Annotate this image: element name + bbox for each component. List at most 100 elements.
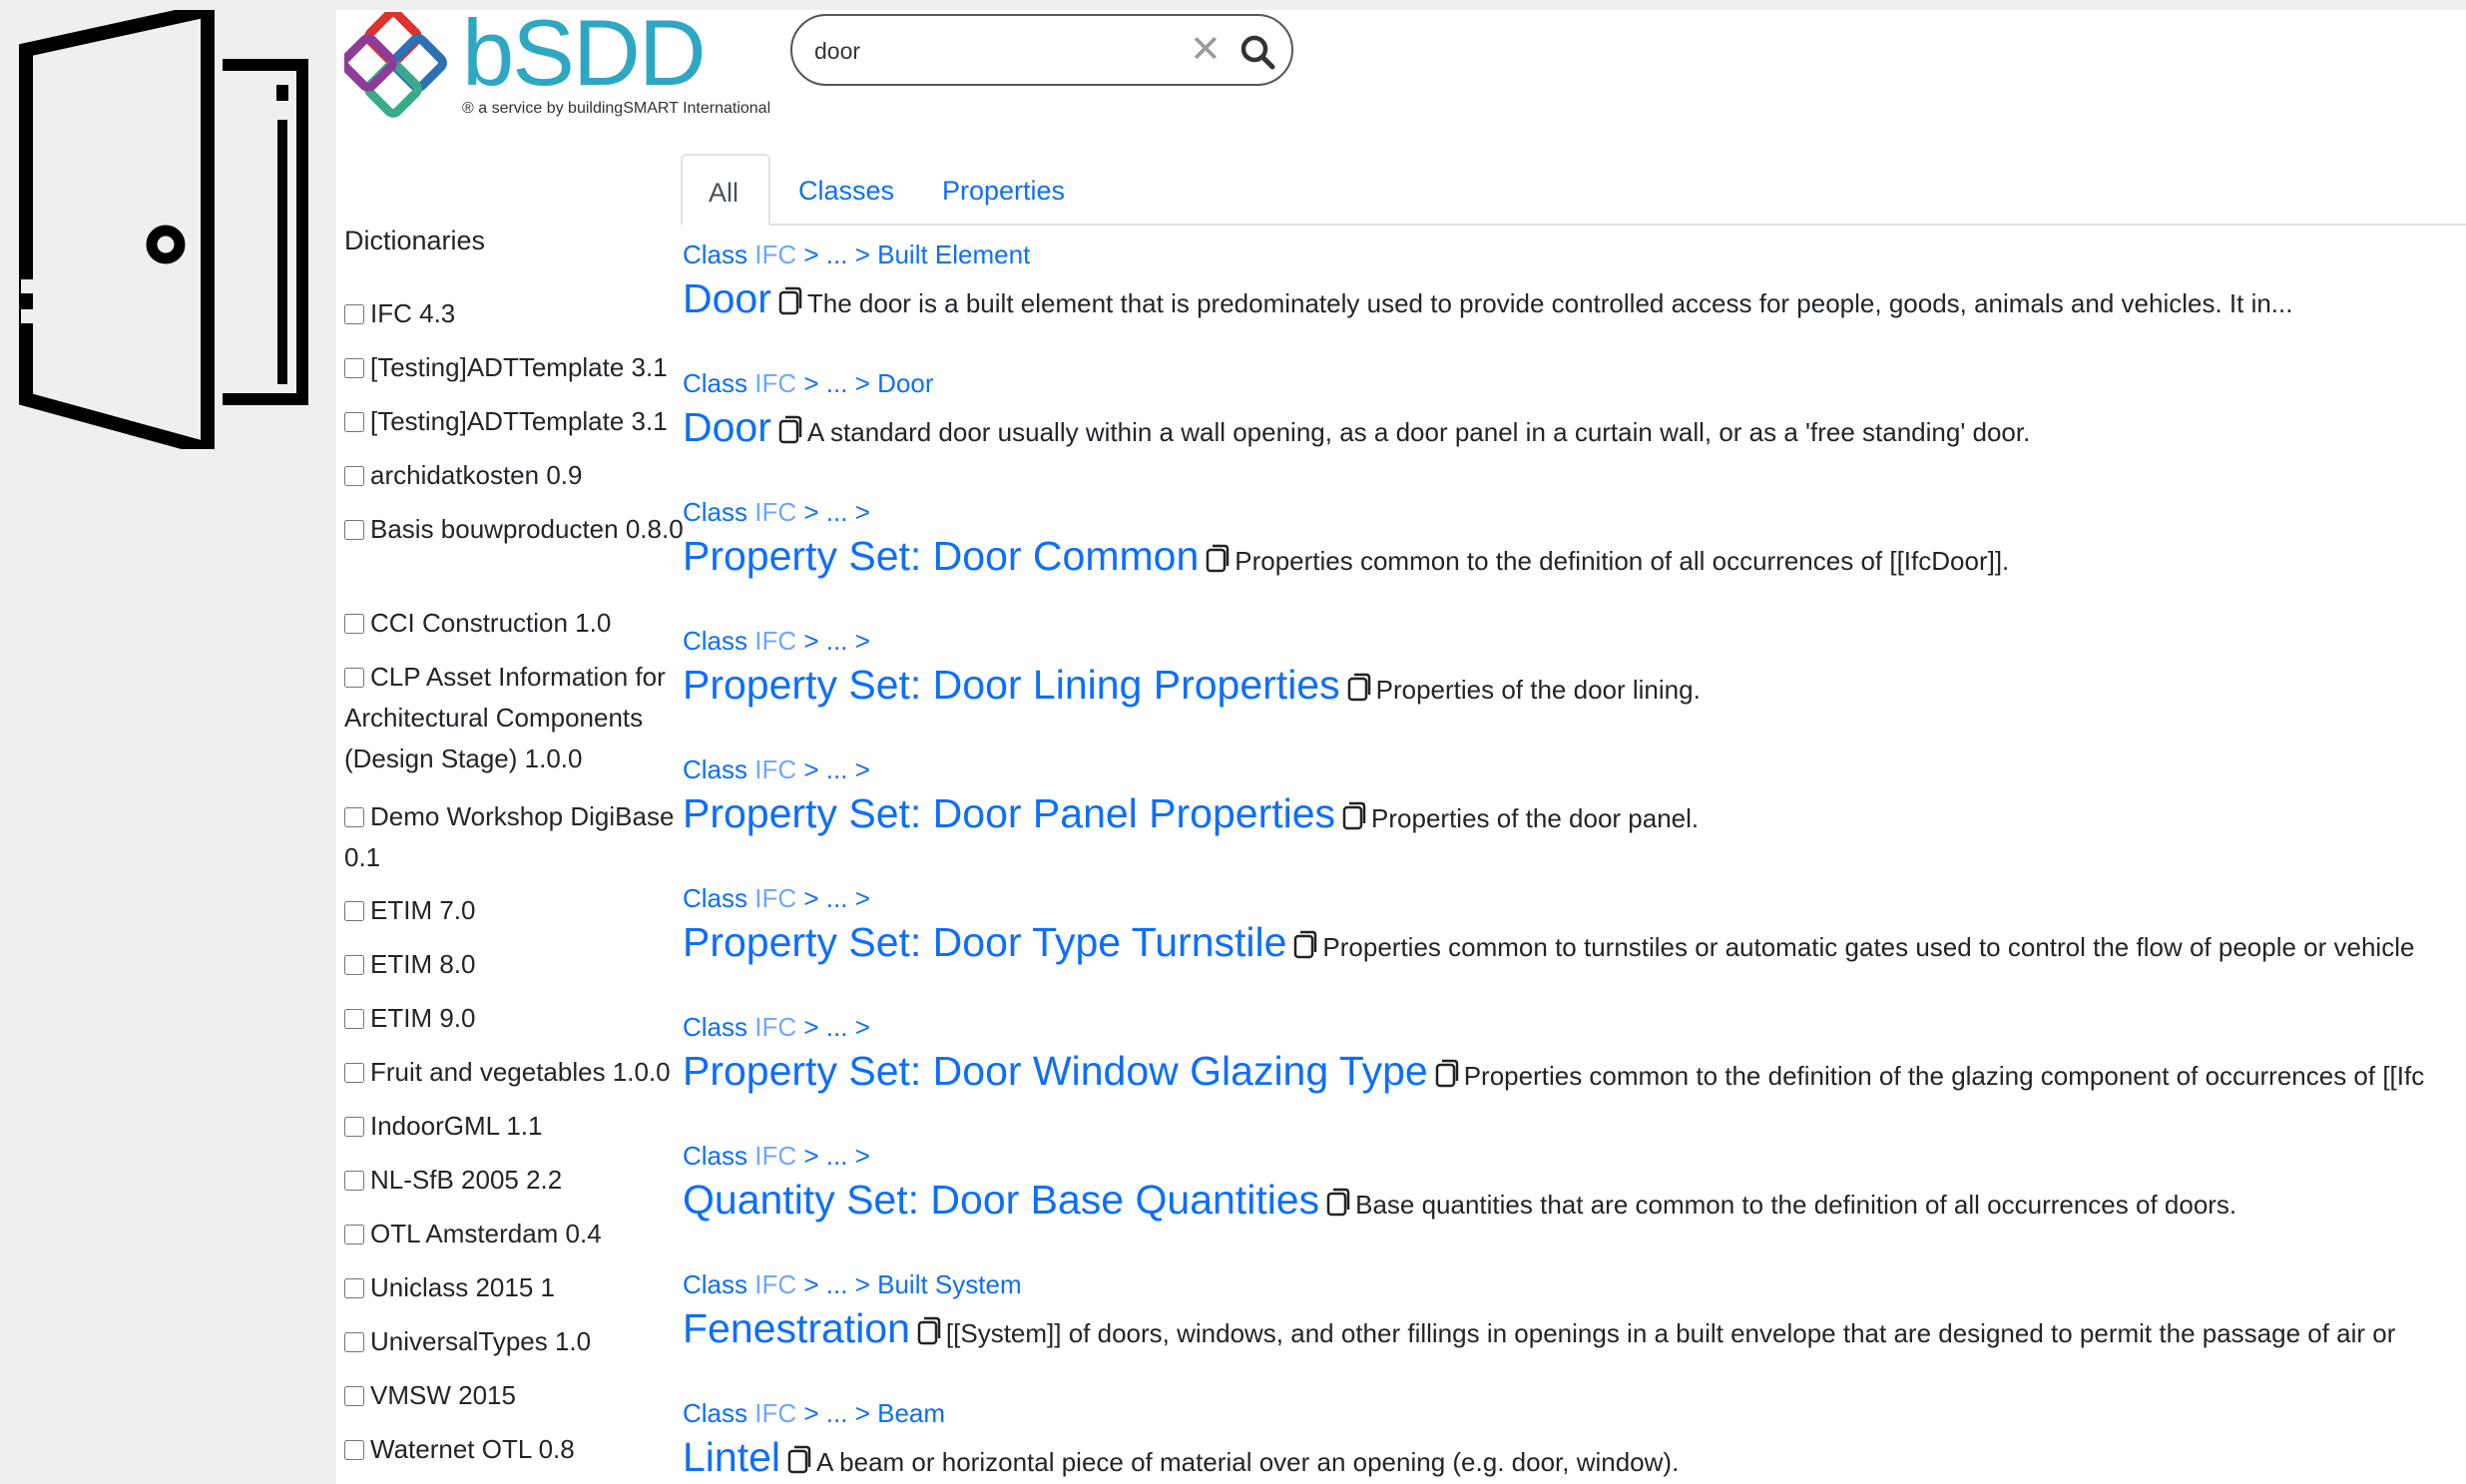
copy-icon[interactable] [1434,1057,1460,1089]
dictionary-checkbox[interactable] [344,1332,364,1352]
dictionary-checkbox[interactable] [344,1063,364,1083]
result-description: [[System]] of doors, windows, and other … [945,1318,2396,1348]
copy-icon[interactable] [1346,671,1372,703]
breadcrumb-part: Beam [877,1398,946,1428]
result-title-link[interactable]: Property Set: Door Lining Properties [683,662,1340,708]
dictionary-checkbox[interactable] [344,1386,364,1406]
result-description: Base quantities that are common to the d… [1355,1190,2237,1220]
copy-icon[interactable] [1341,799,1367,831]
result-item: Property Set: Door Window Glazing Type Pr… [683,1048,2424,1095]
result-breadcrumb[interactable]: Class IFC > ... > Built Element [683,240,1030,270]
dictionary-option[interactable]: ETIM 9.0 [344,998,684,1039]
tab-properties[interactable]: Properties [916,154,1091,224]
dictionary-option[interactable]: NL-SfB 2005 2.2 [344,1160,684,1201]
result-breadcrumb[interactable]: Class IFC > ... > [683,754,870,785]
search-icon[interactable] [1239,34,1275,70]
copy-icon[interactable] [777,284,803,316]
result-item: Property Set: Door Common Properties comm… [683,533,2009,580]
dictionary-checkbox[interactable] [344,1440,364,1460]
bsdd-logo[interactable]: bSDD ® a service by buildingSMART Intern… [344,10,770,124]
dictionary-checkbox[interactable] [344,807,364,827]
dictionary-option[interactable]: archidatkosten 0.9 [344,455,684,496]
result-title-link[interactable]: Quantity Set: Door Base Quantities [683,1177,1319,1223]
dictionary-checkbox[interactable] [344,1278,364,1298]
dictionary-option[interactable]: [Testing]ADTTemplate 3.1 [344,401,684,442]
result-title-link[interactable]: Door [683,404,771,450]
tab-all[interactable]: All [681,154,770,226]
clear-search-icon[interactable]: ✕ [1190,28,1222,72]
dictionary-option[interactable]: VMSW 2015 [344,1375,684,1416]
breadcrumb-part: > [803,754,819,784]
dictionary-checkbox[interactable] [344,304,364,324]
result-title-link[interactable]: Fenestration [683,1305,910,1351]
dictionary-option[interactable]: IFC 4.3 [344,293,684,334]
breadcrumb-part: > [854,754,870,784]
result-title-link[interactable]: Property Set: Door Panel Properties [683,790,1335,836]
breadcrumb-part: Class [683,626,748,656]
result-breadcrumb[interactable]: Class IFC > ... > [683,1141,870,1172]
result-breadcrumb[interactable]: Class IFC > ... > Beam [683,1398,945,1429]
dictionary-option[interactable]: [Testing]ADTTemplate 3.1 [344,347,684,388]
dictionary-checkbox[interactable] [344,1171,364,1191]
copy-icon[interactable] [777,413,803,445]
dictionary-checkbox[interactable] [344,668,364,688]
tab-classes[interactable]: Classes [772,154,920,224]
breadcrumb-part: IFC [754,883,797,913]
dictionary-label: Waternet OTL 0.8 [370,1434,575,1464]
dictionary-checkbox[interactable] [344,1117,364,1137]
dictionary-checkbox[interactable] [344,955,364,975]
copy-icon[interactable] [916,1314,942,1346]
dictionary-option[interactable]: Waternet OTL 0.8 [344,1429,684,1470]
result-breadcrumb[interactable]: Class IFC > ... > [683,497,870,528]
dictionary-option[interactable]: ETIM 8.0 [344,944,684,985]
dictionary-checkbox[interactable] [344,901,364,921]
copy-icon[interactable] [1325,1186,1351,1218]
dictionary-option[interactable]: Basis bouwproducten 0.8.0 [344,509,684,550]
dictionary-option[interactable]: IndoorGML 1.1 [344,1106,684,1147]
breadcrumb-part: > [803,1012,819,1042]
dictionary-option[interactable]: Demo Workshop DigiBase 0.1 [344,796,684,878]
breadcrumb-part: IFC [754,1269,797,1299]
dictionary-option[interactable]: CCI Construction 1.0 [344,603,684,644]
dictionary-checkbox[interactable] [344,466,364,486]
copy-icon[interactable] [786,1443,812,1475]
breadcrumb-part: ... [825,497,848,527]
dictionary-label: Uniclass 2015 1 [370,1272,555,1302]
copy-icon[interactable] [1205,542,1231,574]
result-breadcrumb[interactable]: Class IFC > ... > [683,1012,870,1043]
breadcrumb-part: Built Element [877,240,1031,269]
result-title-link[interactable]: Property Set: Door Common [683,533,1199,579]
search-input[interactable] [812,32,1186,70]
bsdd-logo-icon [344,12,447,118]
dictionary-checkbox[interactable] [344,520,364,540]
dictionary-option[interactable]: CLP Asset Information for Architectural … [344,657,684,779]
dictionary-option[interactable]: Fruit and vegetables 1.0.0 [344,1052,684,1093]
result-title-link[interactable]: Property Set: Door Window Glazing Type [683,1048,1428,1094]
breadcrumb-part: ... [825,1141,848,1171]
result-breadcrumb[interactable]: Class IFC > ... > Door [683,368,933,399]
result-title-link[interactable]: Property Set: Door Type Turnstile [683,919,1286,965]
result-title-link[interactable]: Lintel [683,1434,780,1480]
result-description: The door is a built element that is pred… [806,288,2293,318]
breadcrumb-part: ... [825,883,848,913]
dictionary-checkbox[interactable] [344,614,364,634]
dictionary-option[interactable]: Uniclass 2015 1 [344,1267,684,1308]
breadcrumb-part: > [854,626,870,656]
result-breadcrumb[interactable]: Class IFC > ... > Built System [683,1269,1022,1300]
result-breadcrumb[interactable]: Class IFC > ... > [683,883,870,914]
result-title-link[interactable]: Door [683,275,771,321]
breadcrumb-part: > [854,1141,870,1171]
copy-icon[interactable] [1292,928,1318,960]
breadcrumb-part: ... [825,626,848,656]
dictionary-checkbox[interactable] [344,1225,364,1244]
dictionary-option[interactable]: UniversalTypes 1.0 [344,1321,684,1362]
dictionary-checkbox[interactable] [344,358,364,378]
dictionary-option[interactable]: ETIM 7.0 [344,890,684,931]
breadcrumb-part: > [803,1141,819,1171]
dictionary-checkbox[interactable] [344,412,364,432]
result-description: Properties common to the definition of a… [1234,546,2010,576]
breadcrumb-part: Class [683,240,748,269]
dictionary-checkbox[interactable] [344,1009,364,1029]
dictionary-option[interactable]: OTL Amsterdam 0.4 [344,1214,684,1254]
result-breadcrumb[interactable]: Class IFC > ... > [683,626,870,657]
